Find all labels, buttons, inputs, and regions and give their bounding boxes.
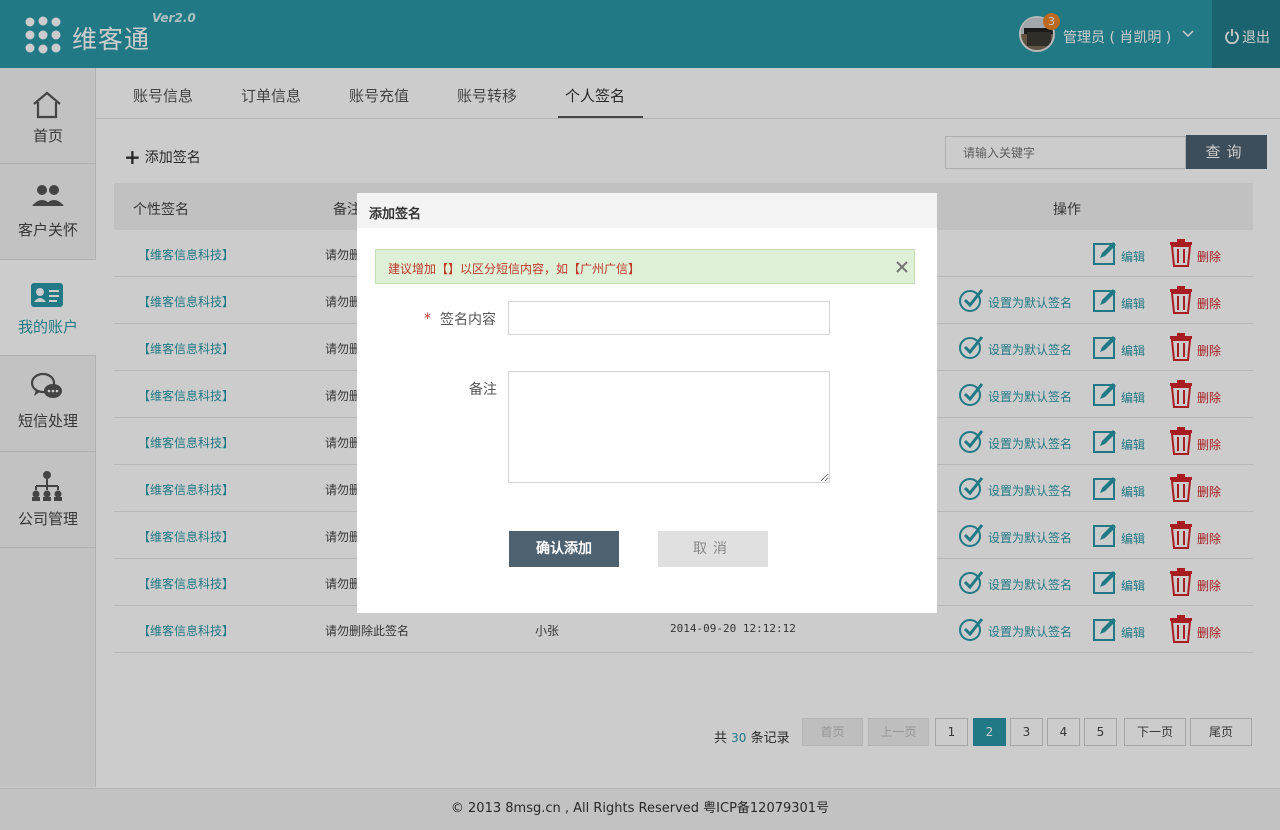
hint-text: 建议增加【】以区分短信内容，如【广州广信】 [388, 262, 641, 276]
signature-field-label: 签名内容 [440, 312, 496, 328]
remark-textarea[interactable] [508, 371, 830, 483]
hint-alert: 建议增加【】以区分短信内容，如【广州广信】 [375, 249, 915, 284]
signature-input[interactable] [508, 301, 830, 335]
confirm-add-button[interactable]: 确认添加 [509, 531, 619, 567]
cancel-button[interactable]: 取消 [658, 531, 768, 567]
required-marker: * [424, 311, 431, 327]
remark-field-label: 备注 [469, 382, 497, 398]
dialog-title: 添加签名 [369, 207, 422, 222]
dialog-header: 添加签名 [357, 193, 937, 228]
close-icon[interactable] [895, 260, 909, 274]
add-signature-dialog: 添加签名 建议增加【】以区分短信内容，如【广州广信】 * 签名内容 备注 确认添… [357, 193, 937, 613]
